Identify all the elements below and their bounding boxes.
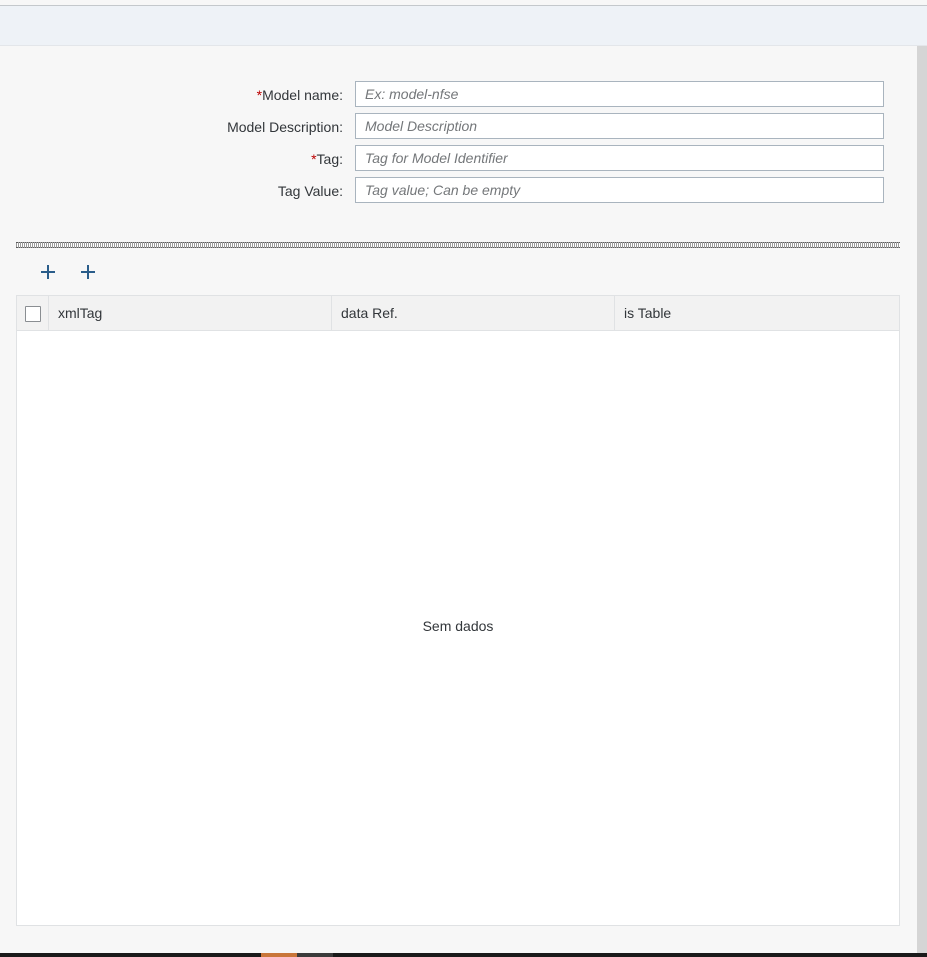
tag-input[interactable] xyxy=(355,145,884,171)
tag-row: *Tag: xyxy=(0,145,900,173)
tag-value-row: Tag Value: xyxy=(0,177,900,205)
scrollbar-thumb[interactable] xyxy=(917,46,927,953)
mapping-table: xmlTag data Ref. is Table Sem dados xyxy=(16,295,900,926)
select-all-checkbox[interactable] xyxy=(25,306,41,322)
column-header-data-ref[interactable]: data Ref. xyxy=(332,296,615,331)
column-header-xmltag[interactable]: xmlTag xyxy=(49,296,332,331)
model-name-label: *Model name: xyxy=(256,87,343,103)
app-root: *Model name: Model Description: *Tag: Ta… xyxy=(0,0,927,957)
no-data-message: Sem dados xyxy=(422,618,494,634)
tag-label: *Tag: xyxy=(311,151,343,167)
model-description-label: Model Description: xyxy=(227,119,343,135)
add-table-button[interactable] xyxy=(74,258,102,286)
add-row-button[interactable] xyxy=(34,258,62,286)
model-description-row: Model Description: xyxy=(0,113,900,141)
column-header-is-table[interactable]: is Table xyxy=(615,296,899,331)
splitter-bar[interactable] xyxy=(16,242,900,248)
page-header-bar xyxy=(0,6,927,46)
model-name-input[interactable] xyxy=(355,81,884,107)
model-name-row: *Model name: xyxy=(0,81,900,109)
taskbar-app-icon[interactable] xyxy=(261,953,297,957)
plus-icon xyxy=(81,265,95,279)
select-all-cell xyxy=(17,296,49,331)
taskbar-strip xyxy=(0,953,927,957)
plus-icon xyxy=(41,265,55,279)
tag-value-input[interactable] xyxy=(355,177,884,203)
model-description-input[interactable] xyxy=(355,113,884,139)
tag-value-label: Tag Value: xyxy=(277,183,343,199)
table-header: xmlTag data Ref. is Table xyxy=(17,296,899,331)
taskbar-app-icon[interactable] xyxy=(297,953,333,957)
